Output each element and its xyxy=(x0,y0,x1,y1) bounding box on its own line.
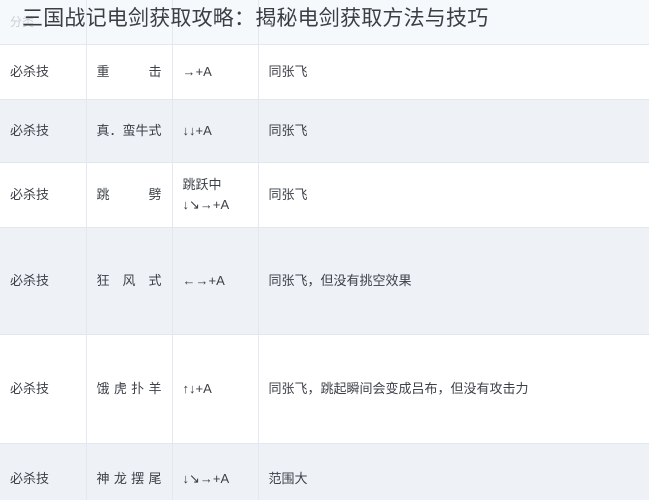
table-row: 必杀技 重击 →+A 同张飞 xyxy=(0,44,649,100)
cell-category: 必杀技 xyxy=(0,44,87,100)
column-header-description xyxy=(258,0,649,45)
cell-description: 同张飞 xyxy=(258,44,649,100)
cell-command: →+A xyxy=(172,44,259,100)
page-root: 分类 必杀技 重击 →+A 同张飞 必杀技 真．蛮牛式 ↓↓+A 同张飞 必杀技 xyxy=(0,0,649,500)
table-body: 必杀技 重击 →+A 同张飞 必杀技 真．蛮牛式 ↓↓+A 同张飞 必杀技 跳劈… xyxy=(0,44,649,500)
table-row: 必杀技 跳劈 跳跃中↓↘→+A 同张飞 xyxy=(0,162,649,228)
cell-description: 范围大 xyxy=(258,443,649,500)
cell-skill-name: 狂风式 xyxy=(86,227,173,335)
table-row: 必杀技 真．蛮牛式 ↓↓+A 同张飞 xyxy=(0,99,649,163)
table-row: 必杀技 狂风式 ←→+A 同张飞，但没有挑空效果 xyxy=(0,227,649,335)
skill-command-table: 分类 必杀技 重击 →+A 同张飞 必杀技 真．蛮牛式 ↓↓+A 同张飞 必杀技 xyxy=(0,0,649,500)
column-header-category: 分类 xyxy=(0,0,87,45)
cell-command: ↓↘→+A xyxy=(172,443,259,500)
cell-command: ↑↓+A xyxy=(172,334,259,444)
cell-skill-name: 饿虎扑羊 xyxy=(86,334,173,444)
cell-skill-name: 跳劈 xyxy=(86,162,173,228)
table-row: 必杀技 饿虎扑羊 ↑↓+A 同张飞，跳起瞬间会变成吕布，但没有攻击力 xyxy=(0,334,649,444)
cell-skill-name: 神龙摆尾 xyxy=(86,443,173,500)
cell-description: 同张飞 xyxy=(258,99,649,163)
table-header: 分类 xyxy=(0,0,649,45)
cell-category: 必杀技 xyxy=(0,99,87,163)
cell-category: 必杀技 xyxy=(0,227,87,335)
cell-command: ↓↓+A xyxy=(172,99,259,163)
cell-command: ←→+A xyxy=(172,227,259,335)
cell-description: 同张飞 xyxy=(258,162,649,228)
cell-category: 必杀技 xyxy=(0,334,87,444)
cell-skill-name: 真．蛮牛式 xyxy=(86,99,173,163)
table-header-row: 分类 xyxy=(0,0,649,45)
cell-skill-name: 重击 xyxy=(86,44,173,100)
cell-category: 必杀技 xyxy=(0,162,87,228)
column-header-command xyxy=(172,0,259,45)
cell-description: 同张飞，跳起瞬间会变成吕布，但没有攻击力 xyxy=(258,334,649,444)
table-row: 必杀技 神龙摆尾 ↓↘→+A 范围大 xyxy=(0,443,649,500)
column-header-name xyxy=(86,0,173,45)
cell-description: 同张飞，但没有挑空效果 xyxy=(258,227,649,335)
cell-command: 跳跃中↓↘→+A xyxy=(172,162,259,228)
cell-category: 必杀技 xyxy=(0,443,87,500)
